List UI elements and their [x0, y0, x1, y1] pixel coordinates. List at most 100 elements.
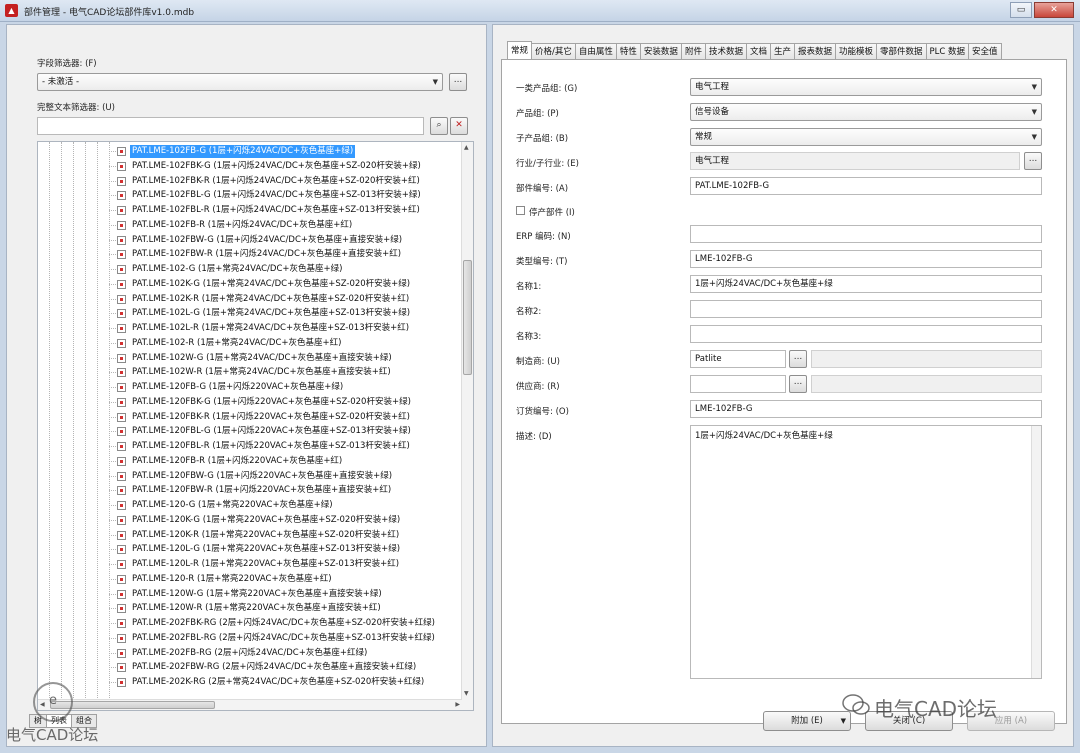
tree-item[interactable]: PAT.LME-120-R (1层+常亮220VAC+灰色基座+红) [38, 572, 463, 587]
tree-item[interactable]: PAT.LME-120L-R (1层+常亮220VAC+灰色基座+SZ-013杆… [38, 557, 463, 572]
tab-plc-data[interactable]: PLC 数据 [925, 43, 970, 60]
tree-connector [109, 372, 116, 374]
clear-filter-icon[interactable]: ✕ [450, 117, 468, 135]
scroll-up-icon[interactable]: ▲ [464, 144, 469, 151]
type-number-field[interactable]: LME-102FB-G [690, 250, 1042, 268]
tree-item[interactable]: PAT.LME-120W-G (1层+常亮220VAC+灰色基座+直接安装+绿) [38, 587, 463, 602]
tree-horizontal-scrollbar[interactable]: ◀ ▶ [38, 699, 462, 710]
scroll-right-icon[interactable]: ▶ [455, 701, 460, 708]
tree-item[interactable]: PAT.LME-120FBW-G (1层+闪烁220VAC+灰色基座+直接安装+… [38, 469, 463, 484]
tree-item[interactable]: PAT.LME-120FB-R (1层+闪烁220VAC+灰色基座+红) [38, 454, 463, 469]
tab-function-template[interactable]: 功能模板 [835, 43, 878, 60]
product-group-select[interactable]: 信号设备 ▼ [690, 103, 1042, 121]
tree-item[interactable]: PAT.LME-102FBK-R (1层+闪烁24VAC/DC+灰色基座+SZ-… [38, 174, 463, 189]
tree-connector [109, 578, 116, 580]
product-group-1-select[interactable]: 电气工程 ▼ [690, 78, 1042, 96]
supplier-more-button[interactable]: ... [789, 375, 807, 393]
tree-item-label: PAT.LME-102FBW-R (1层+闪烁24VAC/DC+灰色基座+直接安… [132, 249, 402, 260]
erp-field[interactable] [690, 225, 1042, 243]
tree-item[interactable]: PAT.LME-120FBL-G (1层+闪烁220VAC+灰色基座+SZ-01… [38, 424, 463, 439]
tree-item[interactable]: PAT.LME-102-G (1层+常亮24VAC/DC+灰色基座+绿) [38, 262, 463, 277]
tree-item[interactable]: PAT.LME-102FBK-G (1层+闪烁24VAC/DC+灰色基座+SZ-… [38, 159, 463, 174]
tree-connector [109, 313, 116, 315]
tree-item[interactable]: PAT.LME-120K-G (1层+常亮220VAC+灰色基座+SZ-020杆… [38, 513, 463, 528]
tree-connector [109, 623, 116, 624]
field-filter-more-button[interactable]: ... [449, 73, 467, 91]
manufacturer-more-button[interactable]: ... [789, 350, 807, 368]
tab-general[interactable]: 常规 [507, 41, 533, 60]
part-number-field[interactable]: PAT.LME-102FB-G [690, 177, 1042, 195]
tree-item[interactable]: PAT.LME-120FBW-R (1层+闪烁220VAC+灰色基座+直接安装+… [38, 483, 463, 498]
tree-item[interactable]: PAT.LME-102L-R (1层+常亮24VAC/DC+灰色基座+SZ-01… [38, 321, 463, 336]
tree-item[interactable]: PAT.LME-102-R (1层+常亮24VAC/DC+灰色基座+红) [38, 336, 463, 351]
discontinued-checkbox[interactable] [516, 206, 525, 215]
tree-item[interactable]: PAT.LME-102FBW-G (1层+闪烁24VAC/DC+灰色基座+直接安… [38, 233, 463, 248]
tab-production[interactable]: 生产 [769, 43, 795, 60]
tree-item[interactable]: PAT.LME-120K-R (1层+常亮220VAC+灰色基座+SZ-020杆… [38, 528, 463, 543]
field-filter-label: 字段筛选器: (F) [37, 59, 97, 69]
tree-item-label: PAT.LME-120K-G (1层+常亮220VAC+灰色基座+SZ-020杆… [132, 514, 401, 525]
name2-field[interactable] [690, 300, 1042, 318]
description-field[interactable]: 1层+闪烁24VAC/DC+灰色基座+绿 [690, 425, 1042, 679]
tree-item[interactable]: PAT.LME-102W-R (1层+常亮24VAC/DC+灰色基座+直接安装+… [38, 365, 463, 380]
tab-component-data[interactable]: 零部件数据 [876, 43, 927, 60]
industry-more-button[interactable]: ... [1024, 152, 1042, 170]
sub-product-group-select[interactable]: 常规 ▼ [690, 128, 1042, 146]
scrollbar-thumb[interactable] [50, 701, 215, 709]
tab-accessories[interactable]: 附件 [680, 43, 706, 60]
sub-product-group-value: 常规 [695, 132, 713, 142]
tree-item[interactable]: PAT.LME-102FBW-R (1层+闪烁24VAC/DC+灰色基座+直接安… [38, 247, 463, 262]
order-number-label: 订货编号: (O) [516, 407, 569, 417]
tree-item[interactable]: PAT.LME-102FBL-G (1层+闪烁24VAC/DC+灰色基座+SZ-… [38, 188, 463, 203]
tree-item[interactable]: PAT.LME-202K-RG (2层+常亮24VAC/DC+灰色基座+SZ-0… [38, 675, 463, 690]
tree-item[interactable]: PAT.LME-120FBK-G (1层+闪烁220VAC+灰色基座+SZ-02… [38, 395, 463, 410]
description-scrollbar[interactable] [1031, 426, 1041, 678]
manufacturer-label: 制造商: (U) [516, 357, 560, 367]
binoculars-icon[interactable]: ⌕ [430, 117, 448, 135]
tree-item[interactable]: PAT.LME-102FB-R (1层+闪烁24VAC/DC+灰色基座+红) [38, 218, 463, 233]
tree-connector [109, 593, 116, 595]
tree-item[interactable]: PAT.LME-202FBK-RG (2层+闪烁24VAC/DC+灰色基座+SZ… [38, 616, 463, 631]
tab-safety-values[interactable]: 安全值 [968, 43, 1002, 60]
tab-mounting-data[interactable]: 安装数据 [639, 43, 682, 60]
attach-button[interactable]: 附加 (E) ▼ [763, 711, 851, 731]
fulltext-filter-input[interactable] [37, 117, 424, 135]
description-value: 1层+闪烁24VAC/DC+灰色基座+绿 [695, 431, 833, 441]
close-icon[interactable]: ✕ [1034, 2, 1074, 18]
tab-technical-data[interactable]: 技术数据 [704, 43, 747, 60]
tree-item[interactable]: PAT.LME-102W-G (1层+常亮24VAC/DC+灰色基座+直接安装+… [38, 351, 463, 366]
supplier-field[interactable] [690, 375, 786, 393]
tree-item[interactable]: PAT.LME-202FBW-RG (2层+闪烁24VAC/DC+灰色基座+直接… [38, 660, 463, 675]
tree-connector [109, 534, 116, 536]
tree-item[interactable]: PAT.LME-102L-G (1层+常亮24VAC/DC+灰色基座+SZ-01… [38, 306, 463, 321]
tab-price[interactable]: 价格/其它 [531, 43, 576, 60]
tree-item[interactable]: PAT.LME-102K-R (1层+常亮24VAC/DC+灰色基座+SZ-02… [38, 292, 463, 307]
tree-item[interactable]: PAT.LME-102FBL-R (1层+闪烁24VAC/DC+灰色基座+SZ-… [38, 203, 463, 218]
tab-report-data[interactable]: 报表数据 [794, 43, 837, 60]
tree-item[interactable]: PAT.LME-120FBL-R (1层+闪烁220VAC+灰色基座+SZ-01… [38, 439, 463, 454]
tree-item-label: PAT.LME-120W-G (1层+常亮220VAC+灰色基座+直接安装+绿) [132, 588, 382, 599]
manufacturer-field[interactable]: Patlite [690, 350, 786, 368]
tree-item[interactable]: PAT.LME-202FB-RG (2层+闪烁24VAC/DC+灰色基座+红绿) [38, 646, 463, 661]
tree-item[interactable]: PAT.LME-120W-R (1层+常亮220VAC+灰色基座+直接安装+红) [38, 601, 463, 616]
scrollbar-thumb[interactable] [463, 260, 472, 375]
scroll-down-icon[interactable]: ▼ [464, 690, 469, 697]
tree-item[interactable]: PAT.LME-120-G (1层+常亮220VAC+灰色基座+绿) [38, 498, 463, 513]
tree-item[interactable]: PAT.LME-102FB-G (1层+闪烁24VAC/DC+灰色基座+绿) [38, 144, 463, 159]
order-number-field[interactable]: LME-102FB-G [690, 400, 1042, 418]
tree-item-label: PAT.LME-102FBK-G (1层+闪烁24VAC/DC+灰色基座+SZ-… [132, 160, 421, 171]
tree-vertical-scrollbar[interactable]: ▲ ▼ [461, 142, 473, 710]
tree-item[interactable]: PAT.LME-102K-G (1层+常亮24VAC/DC+灰色基座+SZ-02… [38, 277, 463, 292]
tree-item[interactable]: PAT.LME-120L-G (1层+常亮220VAC+灰色基座+SZ-013杆… [38, 542, 463, 557]
tree-item[interactable]: PAT.LME-120FBK-R (1层+闪烁220VAC+灰色基座+SZ-02… [38, 410, 463, 425]
tab-documents[interactable]: 文档 [745, 43, 771, 60]
name1-field[interactable]: 1层+闪烁24VAC/DC+灰色基座+绿 [690, 275, 1042, 293]
restore-icon[interactable]: ▭ [1010, 2, 1032, 18]
field-filter-select[interactable]: - 未激活 - ▼ [37, 73, 443, 91]
tab-features[interactable]: 特性 [615, 43, 641, 60]
tab-free-properties[interactable]: 自由属性 [574, 43, 617, 60]
part-tree[interactable]: PAT.LME-102FB-G (1层+闪烁24VAC/DC+灰色基座+绿) PA… [37, 141, 474, 711]
tree-item[interactable]: PAT.LME-202FBL-RG (2层+闪烁24VAC/DC+灰色基座+SZ… [38, 631, 463, 646]
name3-field[interactable] [690, 325, 1042, 343]
tree-item[interactable]: PAT.LME-120FB-G (1层+闪烁220VAC+灰色基座+绿) [38, 380, 463, 395]
